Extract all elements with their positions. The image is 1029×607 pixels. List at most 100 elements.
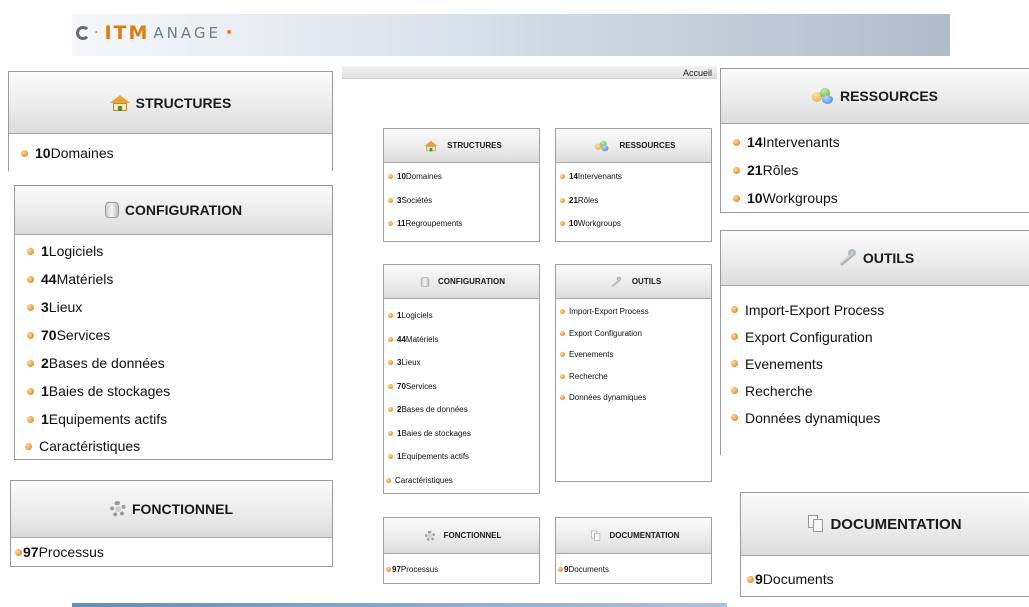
list-item-services[interactable]: 70 Services <box>15 321 332 349</box>
logo-anage: ANAGE <box>153 24 221 42</box>
list-item-intervenants[interactable]: 14 Intervenants <box>556 165 711 189</box>
list-item-lieux[interactable]: 3 Lieux <box>384 351 539 375</box>
bullet-icon <box>388 383 393 389</box>
bullet-icon <box>25 442 32 450</box>
database-icon <box>420 276 430 287</box>
bullet-icon <box>27 247 34 255</box>
app-header: · ITM ANAGE • <box>72 14 950 56</box>
list-item-societes[interactable]: 3 Sociétés <box>384 189 539 213</box>
list-item-export-config[interactable]: Export Configuration <box>556 323 711 345</box>
ressources-panel: RESSOURCES 14 Intervenants 21 Rôles 10 W… <box>555 128 712 242</box>
configuration-title: CONFIGURATION <box>124 202 243 218</box>
bullet-icon <box>27 331 34 339</box>
list-item-processus[interactable]: 97 Processus <box>11 538 332 566</box>
structures-title-small: STRUCTURES <box>447 141 502 150</box>
bullet-icon <box>27 359 34 367</box>
list-item-lieux[interactable]: 3 Lieux <box>15 293 332 321</box>
gear-icon <box>424 530 435 541</box>
list-item-export-config[interactable]: Export Configuration <box>721 323 1029 350</box>
list-item-import-export[interactable]: Import-Export Process <box>721 296 1029 323</box>
configuration-panel-zoom: CONFIGURATION 1 Logiciels 44 Matériels 3… <box>14 185 333 460</box>
configuration-title-small: CONFIGURATION <box>438 277 505 286</box>
list-item-bases[interactable]: 2 Bases de données <box>15 349 332 377</box>
bullet-icon <box>733 194 740 202</box>
list-item-import-export[interactable]: Import-Export Process <box>556 301 711 323</box>
outils-panel: OUTILS Import-Export Process Export Conf… <box>555 264 712 482</box>
list-item-roles[interactable]: 21 Rôles <box>721 156 1029 184</box>
list-item-equipements[interactable]: 1 Equipements actifs <box>15 405 332 433</box>
list-item-logiciels[interactable]: 1 Logiciels <box>15 237 332 265</box>
outils-title: OUTILS <box>862 250 915 266</box>
bullet-icon <box>747 575 754 583</box>
list-item-donnees-dynamiques[interactable]: Données dynamiques <box>721 404 1029 431</box>
list-item-evenements[interactable]: Evenements <box>556 344 711 366</box>
list-item-baies[interactable]: 1 Baies de stockages <box>384 422 539 446</box>
list-item-caracteristiques[interactable]: Caractéristiques <box>384 469 539 493</box>
bullet-icon <box>388 221 393 227</box>
home-icon <box>109 94 130 111</box>
documentation-header[interactable]: DOCUMENTATION <box>741 493 1029 556</box>
wrench-icon <box>837 249 857 267</box>
list-item-roles[interactable]: 21 Rôles <box>556 189 711 213</box>
bullet-icon <box>560 395 565 401</box>
list-item-recherche[interactable]: Recherche <box>556 366 711 388</box>
fonctionnel-title: FONCTIONNEL <box>131 501 234 517</box>
accueil-link[interactable]: Accueil <box>683 68 712 78</box>
bullet-icon <box>560 197 565 203</box>
list-item-equipements[interactable]: 1 Equipements actifs <box>384 445 539 469</box>
database-icon <box>104 202 119 218</box>
list-item-recherche[interactable]: Recherche <box>721 377 1029 404</box>
list-item-domaines[interactable]: 10 Domaines <box>384 165 539 189</box>
fonctionnel-header[interactable]: FONCTIONNEL <box>11 481 332 538</box>
ressources-title-small: RESSOURCES <box>619 141 676 150</box>
bullet-icon <box>560 373 565 379</box>
bullet-icon <box>21 149 28 157</box>
list-item-caracteristiques[interactable]: Caractéristiques <box>15 433 332 459</box>
itmanage-logo[interactable]: · ITM ANAGE • <box>76 22 235 44</box>
structures-panel-zoom: STRUCTURES 10 Domaines <box>8 71 333 171</box>
bullet-icon <box>560 352 565 358</box>
list-item-regroupements[interactable]: 11 Regroupements <box>384 212 539 236</box>
outils-title-small: OUTILS <box>631 277 662 286</box>
structures-title: STRUCTURES <box>135 94 232 111</box>
list-item-processus[interactable]: 97 Processus <box>384 558 539 582</box>
list-item-domaines[interactable]: 10 Domaines <box>9 139 332 167</box>
outils-panel-zoom: OUTILS Import-Export Process Export Conf… <box>720 230 1029 455</box>
list-item-evenements[interactable]: Evenements <box>721 350 1029 377</box>
gear-icon <box>109 501 126 517</box>
outils-header[interactable]: OUTILS <box>721 231 1029 286</box>
list-item-logiciels[interactable]: 1 Logiciels <box>384 304 539 328</box>
ressources-title: RESSOURCES <box>839 88 939 104</box>
configuration-header[interactable]: CONFIGURATION <box>15 186 332 235</box>
ressources-header[interactable]: RESSOURCES <box>721 69 1029 124</box>
bullet-icon <box>731 414 738 421</box>
logo-swirl-icon <box>76 26 90 40</box>
documentation-header-small[interactable]: DOCUMENTATION <box>556 518 711 554</box>
logo-itm: ITM <box>104 22 150 44</box>
list-item-workgroups[interactable]: 10 Workgroups <box>721 184 1029 212</box>
people-icon <box>595 140 609 151</box>
list-item-baies[interactable]: 1 Baies de stockages <box>15 377 332 405</box>
ressources-header-small[interactable]: RESSOURCES <box>556 129 711 163</box>
list-item-intervenants[interactable]: 14 Intervenants <box>721 128 1029 156</box>
configuration-header-small[interactable]: CONFIGURATION <box>384 265 539 299</box>
list-item-donnees-dynamiques[interactable]: Données dynamiques <box>556 387 711 409</box>
list-item-workgroups[interactable]: 10 Workgroups <box>556 212 711 236</box>
structures-header-small[interactable]: STRUCTURES <box>384 129 539 163</box>
list-item-bases[interactable]: 2 Bases de données <box>384 398 539 422</box>
list-item-services[interactable]: 70 Services <box>384 375 539 399</box>
list-item-materiels[interactable]: 44 Matériels <box>15 265 332 293</box>
outils-header-small[interactable]: OUTILS <box>556 265 711 299</box>
bullet-icon <box>731 333 738 340</box>
structures-panel: STRUCTURES 10 Domaines 3 Sociétés 11 Reg… <box>383 128 540 242</box>
bullet-icon <box>388 174 393 180</box>
bullet-icon <box>733 138 740 146</box>
structures-header[interactable]: STRUCTURES <box>9 72 332 134</box>
fonctionnel-panel-zoom: FONCTIONNEL 97 Processus <box>10 480 333 567</box>
list-item-documents[interactable]: 9 Documents <box>741 565 1029 593</box>
bullet-icon <box>27 275 34 283</box>
fonctionnel-header-small[interactable]: FONCTIONNEL <box>384 518 539 554</box>
ressources-panel-zoom: RESSOURCES 14 Intervenants 21 Rôles 10 W… <box>720 68 1029 213</box>
list-item-materiels[interactable]: 44 Matériels <box>384 328 539 352</box>
list-item-documents[interactable]: 9 Documents <box>556 558 711 582</box>
